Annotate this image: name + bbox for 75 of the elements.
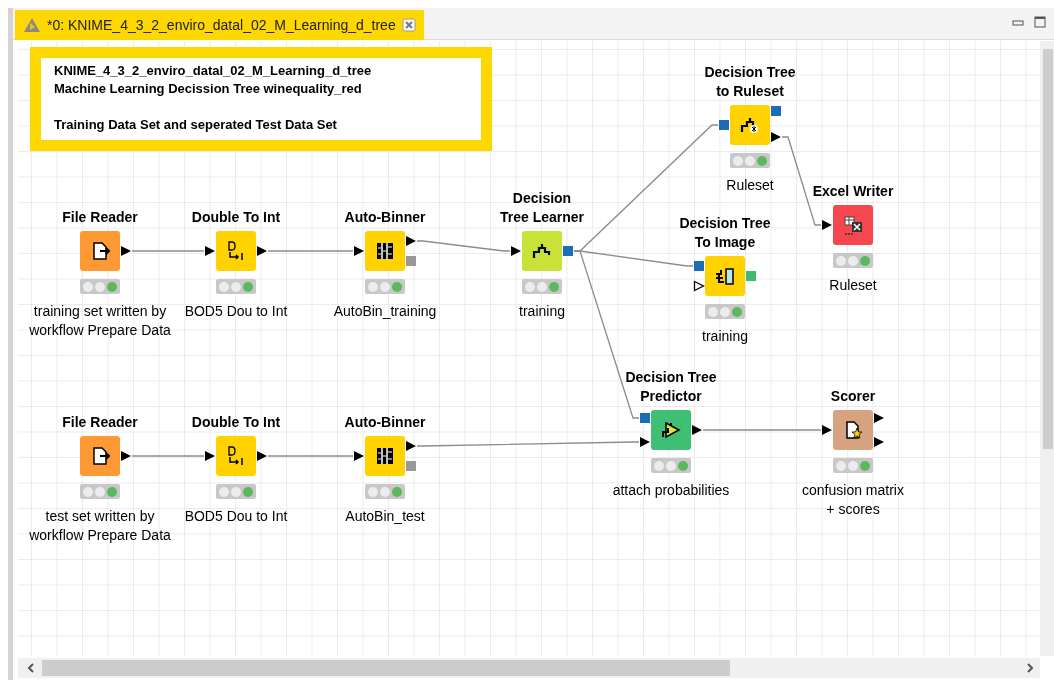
- workflow-node[interactable]: [80, 231, 120, 271]
- data-port-icon[interactable]: [873, 436, 885, 448]
- scroll-left-icon[interactable]: [26, 663, 36, 673]
- workflow-node[interactable]: [651, 410, 691, 450]
- node-label[interactable]: AutoBin_test: [345, 507, 425, 526]
- workflow-node[interactable]: [365, 436, 405, 476]
- warning-icon: [23, 17, 41, 33]
- model-port-icon[interactable]: [405, 460, 417, 472]
- data-port-icon[interactable]: [821, 424, 833, 436]
- maximize-icon[interactable]: [1034, 16, 1046, 28]
- node-title: Double To Int: [191, 208, 281, 227]
- node-label[interactable]: BOD5 Dou to Int: [184, 507, 288, 526]
- data-port-icon[interactable]: [691, 424, 703, 436]
- node-title: Double To Int: [191, 413, 281, 432]
- data-port-icon[interactable]: [353, 450, 365, 462]
- workflow-node[interactable]: [522, 231, 562, 271]
- data-port-icon[interactable]: [256, 450, 268, 462]
- workflow-node[interactable]: [705, 256, 745, 296]
- node-label[interactable]: training: [519, 302, 565, 321]
- node-title: Decision Tree To Image: [679, 214, 771, 252]
- data-port-icon[interactable]: [120, 245, 132, 257]
- node-label[interactable]: BOD5 Dou to Int: [184, 302, 288, 321]
- workflow-node[interactable]: [80, 436, 120, 476]
- node-title: Decision Tree Learner: [499, 189, 585, 227]
- data-port-icon[interactable]: [120, 450, 132, 462]
- model-port-icon[interactable]: [639, 412, 651, 424]
- node-title: Auto-Binner: [344, 413, 426, 432]
- node-title: Decision Tree to Ruleset: [704, 63, 796, 101]
- data-port-icon[interactable]: [405, 440, 417, 452]
- annotation-text: Training Data Set and seperated Test Data Set: [54, 116, 338, 134]
- vertical-scrollbar[interactable]: [1040, 41, 1054, 656]
- node-label[interactable]: training set written by workflow Prepare Data: [29, 302, 171, 340]
- node-label[interactable]: test set written by workflow Prepare Data: [29, 507, 171, 545]
- scroll-right-icon[interactable]: [1025, 663, 1035, 673]
- node-label[interactable]: AutoBin_training: [333, 302, 437, 321]
- data-port-icon[interactable]: [873, 412, 885, 424]
- workflow-node[interactable]: [833, 205, 873, 245]
- annotation-text: KNIME_4_3_2_enviro_datal_02_M_Learning_d_tree: [54, 62, 373, 80]
- close-icon[interactable]: [401, 18, 416, 32]
- data-port-icon[interactable]: [256, 245, 268, 257]
- workflow-node[interactable]: [365, 231, 405, 271]
- node-title: Auto-Binner: [344, 208, 426, 227]
- model-port-icon[interactable]: [405, 255, 417, 267]
- node-label[interactable]: Ruleset: [829, 276, 877, 295]
- optional-port-icon[interactable]: [693, 280, 705, 292]
- node-title: Excel Writer: [812, 182, 894, 201]
- data-port-icon[interactable]: [639, 436, 651, 448]
- model-port-icon[interactable]: [562, 245, 574, 257]
- data-port-icon[interactable]: [821, 219, 833, 231]
- data-port-icon[interactable]: [510, 245, 522, 257]
- model-port-icon[interactable]: [718, 119, 730, 131]
- node-label[interactable]: Ruleset: [726, 176, 774, 195]
- data-port-icon[interactable]: [353, 245, 365, 257]
- node-label[interactable]: training: [702, 327, 748, 346]
- annotation-text: Machine Learning Decission Tree winequality_red: [54, 80, 363, 98]
- node-title: Scorer: [830, 387, 876, 406]
- data-port-icon[interactable]: [405, 235, 417, 247]
- workflow-node[interactable]: [833, 410, 873, 450]
- node-label[interactable]: attach probabilities: [612, 481, 730, 500]
- model-port-icon[interactable]: [693, 260, 705, 272]
- workflow-node[interactable]: [216, 231, 256, 271]
- data-port-icon[interactable]: [770, 131, 782, 143]
- workflow-node[interactable]: [216, 436, 256, 476]
- horizontal-scrollbar[interactable]: [18, 658, 1040, 678]
- node-label[interactable]: confusion matrix + scores: [802, 481, 904, 519]
- node-title: Decision Tree Predictor: [625, 368, 717, 406]
- data-port-icon[interactable]: [204, 245, 216, 257]
- editor-tab[interactable]: *0: KNIME_4_3_2_enviro_datal_02_M_Learning_d_tree: [15, 10, 424, 40]
- model-port-icon[interactable]: [770, 105, 782, 117]
- workflow-node[interactable]: [730, 105, 770, 145]
- annotation[interactable]: KNIME_4_3_2_enviro_datal_02_M_Learning_d_tree Machine Learning Decission Tree winequality_red Training Data Set and seperated Test Data Set: [30, 47, 492, 151]
- node-title: File Reader: [62, 413, 138, 432]
- node-title: File Reader: [62, 208, 138, 227]
- data-port-icon[interactable]: [204, 450, 216, 462]
- spreadsheet-icon: [841, 213, 865, 237]
